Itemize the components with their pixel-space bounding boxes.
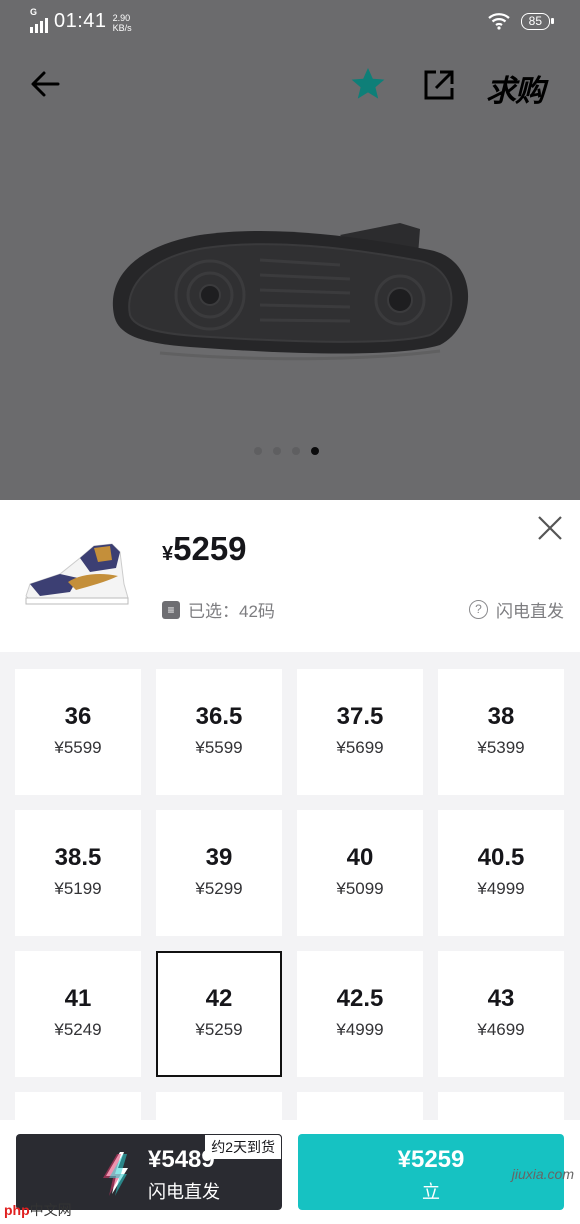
flash-shipping-label: 闪电直发 (496, 602, 564, 621)
wifi-icon (487, 13, 510, 30)
status-left: G 01:41 2.90 KB/s (30, 7, 132, 33)
carousel-dot[interactable] (273, 447, 281, 455)
watermark-left: php中文网 (4, 1200, 72, 1220)
carousel-dot[interactable] (254, 447, 262, 455)
size-option[interactable]: 38 ¥5399 (438, 669, 564, 795)
delivery-time-badge: 约2天到货 (204, 1134, 282, 1160)
size-option[interactable] (438, 1092, 564, 1122)
network-speed: 2.90 KB/s (113, 13, 132, 33)
size-value: 40 (346, 844, 374, 871)
network-type: G (30, 7, 38, 17)
status-right: 85 (487, 12, 555, 30)
flash-price: ¥5489 (148, 1146, 215, 1173)
size-value: 42.5 (336, 985, 384, 1012)
speed-value: 2.90 (112, 13, 131, 23)
carousel-dot[interactable] (292, 447, 300, 455)
size-option[interactable]: 42.5 ¥4999 (297, 951, 423, 1077)
signal-icon: G (30, 7, 48, 33)
size-price: ¥5699 (336, 738, 384, 757)
size-value: 38.5 (54, 844, 102, 871)
size-price: ¥5249 (54, 1020, 102, 1039)
size-price: ¥5259 (195, 1020, 243, 1039)
flash-shipping-info[interactable]: ? 闪电直发 (469, 597, 564, 622)
size-price: ¥5199 (54, 879, 102, 898)
status-time: 01:41 (54, 10, 107, 32)
size-grid: 36 ¥5599 36.5 ¥5599 37.5 ¥5699 38 ¥5399 … (0, 652, 580, 1122)
battery-indicator: 85 (520, 12, 555, 30)
top-nav: 求购 (0, 62, 580, 108)
size-value: 42 (205, 985, 233, 1012)
size-option[interactable] (15, 1092, 141, 1122)
size-option[interactable]: 36 ¥5599 (15, 669, 141, 795)
status-bar: G 01:41 2.90 KB/s 85 (0, 0, 580, 44)
size-option[interactable] (297, 1092, 423, 1122)
size-value: 36.5 (195, 703, 243, 730)
question-icon[interactable]: ? (469, 600, 488, 619)
lightning-icon (103, 1152, 128, 1196)
size-option[interactable] (156, 1092, 282, 1122)
size-option[interactable]: 41 ¥5249 (15, 951, 141, 1077)
watermark-right: jiuxia.com (512, 1166, 574, 1182)
selected-price: ¥5259 (162, 530, 247, 568)
selected-tag-icon: ≡ (162, 600, 180, 619)
watermark-brand: php (4, 1202, 30, 1218)
selected-size-info: ≡ 已选：42码 (162, 597, 275, 622)
size-value: 36 (64, 703, 92, 730)
flash-label: 闪电直发 (148, 1182, 220, 1202)
size-option[interactable]: 43 ¥4699 (438, 951, 564, 1077)
size-option[interactable]: 40 ¥5099 (297, 810, 423, 936)
size-option[interactable]: 38.5 ¥5199 (15, 810, 141, 936)
size-value: 38 (487, 703, 515, 730)
want-to-buy-button[interactable]: 求购 (486, 66, 545, 110)
product-thumbnail (25, 543, 129, 605)
size-price: ¥4999 (477, 879, 525, 898)
size-price: ¥5299 (195, 879, 243, 898)
size-price: ¥4699 (477, 1020, 525, 1039)
watermark-site: jiuxia.com (511, 1166, 574, 1182)
carousel-indicator (254, 447, 319, 455)
currency-symbol: ¥ (162, 543, 174, 565)
size-value: 43 (487, 985, 515, 1012)
back-arrow-icon[interactable] (28, 66, 64, 102)
favorite-star-icon[interactable] (348, 64, 388, 104)
size-price: ¥5399 (477, 738, 525, 757)
size-option[interactable]: 39 ¥5299 (156, 810, 282, 936)
flash-delivery-button[interactable]: 约2天到货 ¥5489 闪电直发 (16, 1134, 282, 1210)
price-value: 5259 (173, 530, 247, 567)
bottom-action-bar: 约2天到货 ¥5489 闪电直发 ¥5259 立 (0, 1120, 580, 1224)
close-icon[interactable] (536, 514, 564, 542)
product-image-area: G 01:41 2.90 KB/s 85 求购 (0, 0, 580, 500)
size-price: ¥4999 (336, 1020, 384, 1039)
size-option-selected[interactable]: 42 ¥5259 (156, 951, 282, 1077)
size-picker-header: ¥5259 ≡ 已选：42码 ? 闪电直发 (0, 500, 580, 652)
size-value: 41 (64, 985, 92, 1012)
size-price: ¥5599 (54, 738, 102, 757)
size-value: 37.5 (336, 703, 384, 730)
size-price: ¥5099 (336, 879, 384, 898)
size-option[interactable]: 40.5 ¥4999 (438, 810, 564, 936)
size-option[interactable]: 36.5 ¥5599 (156, 669, 282, 795)
watermark-text: 中文网 (29, 1202, 72, 1218)
size-option[interactable]: 37.5 ¥5699 (297, 669, 423, 795)
speed-unit: KB/s (112, 23, 132, 33)
selected-size-label: 已选：42码 (188, 602, 275, 621)
share-icon[interactable] (420, 66, 458, 104)
size-value: 40.5 (477, 844, 525, 871)
carousel-dot-active[interactable] (311, 447, 319, 455)
product-sole-image (112, 223, 469, 361)
size-value: 39 (205, 844, 233, 871)
size-price: ¥5599 (195, 738, 243, 757)
